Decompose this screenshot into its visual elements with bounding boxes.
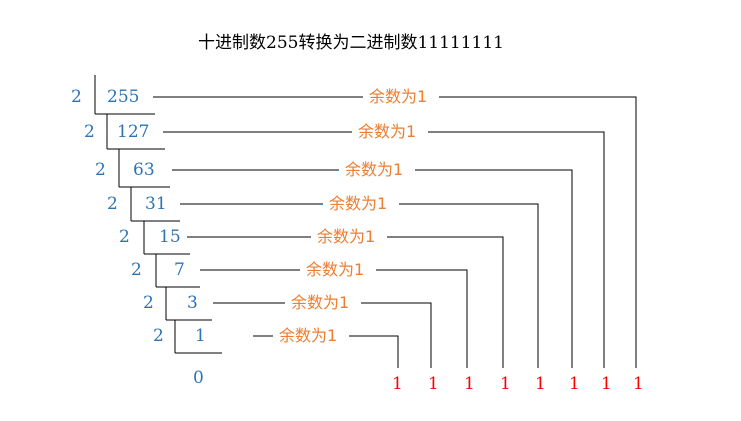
remainder-label: 余数为1	[279, 326, 337, 345]
remainder-drop-line	[428, 131, 605, 368]
quotient-value: 3	[187, 293, 198, 313]
remainder-drop-line	[399, 203, 539, 368]
division-step: 2 1 余数为1	[153, 320, 399, 368]
quotient-value: 1	[195, 326, 206, 346]
result-bit: 1	[464, 374, 475, 394]
result-bit: 1	[500, 374, 511, 394]
divisor-label: 2	[71, 87, 82, 107]
divisor-label: 2	[119, 227, 130, 247]
result-bit: 1	[535, 374, 546, 394]
remainder-label: 余数为1	[369, 87, 427, 106]
remainder-drop-line	[415, 169, 573, 368]
remainder-label: 余数为1	[306, 260, 364, 279]
binary-result-bits: 1 1 1 1 1 1 1 1	[392, 374, 644, 394]
result-bit: 1	[428, 374, 439, 394]
result-bit: 1	[633, 374, 644, 394]
divisor-label: 2	[107, 194, 118, 214]
remainder-drop-line	[349, 335, 399, 368]
remainder-label: 余数为1	[345, 160, 403, 179]
binary-conversion-diagram: 十进制数255转换为二进制数11111111 2 255 余数为12 127 余数为12…	[71, 33, 644, 394]
remainder-label: 余数为1	[329, 194, 387, 213]
quotient-value: 255	[107, 87, 139, 107]
result-bit: 1	[569, 374, 580, 394]
quotient-value: 127	[117, 122, 149, 142]
quotient-value: 15	[159, 227, 181, 247]
remainder-label: 余数为1	[358, 122, 416, 141]
divisor-label: 2	[84, 122, 95, 142]
quotient-value: 31	[145, 194, 167, 214]
quotient-value: 63	[133, 160, 155, 180]
divisor-label: 2	[143, 293, 154, 313]
remainder-label: 余数为1	[317, 227, 375, 246]
divisor-label: 2	[153, 326, 164, 346]
final-quotient: 0	[193, 368, 204, 388]
quotient-value: 7	[174, 260, 185, 280]
remainder-drop-line	[376, 269, 468, 368]
divisor-label: 2	[131, 260, 142, 280]
result-bit: 1	[601, 374, 612, 394]
divisor-label: 2	[95, 160, 106, 180]
diagram-title: 十进制数255转换为二进制数11111111	[198, 33, 504, 53]
result-bit: 1	[392, 374, 403, 394]
division-steps: 2 255 余数为12 127 余数为12 63 余数为12 31 余数为12 15 余数为12 7 余…	[71, 75, 637, 368]
remainder-label: 余数为1	[291, 293, 349, 312]
